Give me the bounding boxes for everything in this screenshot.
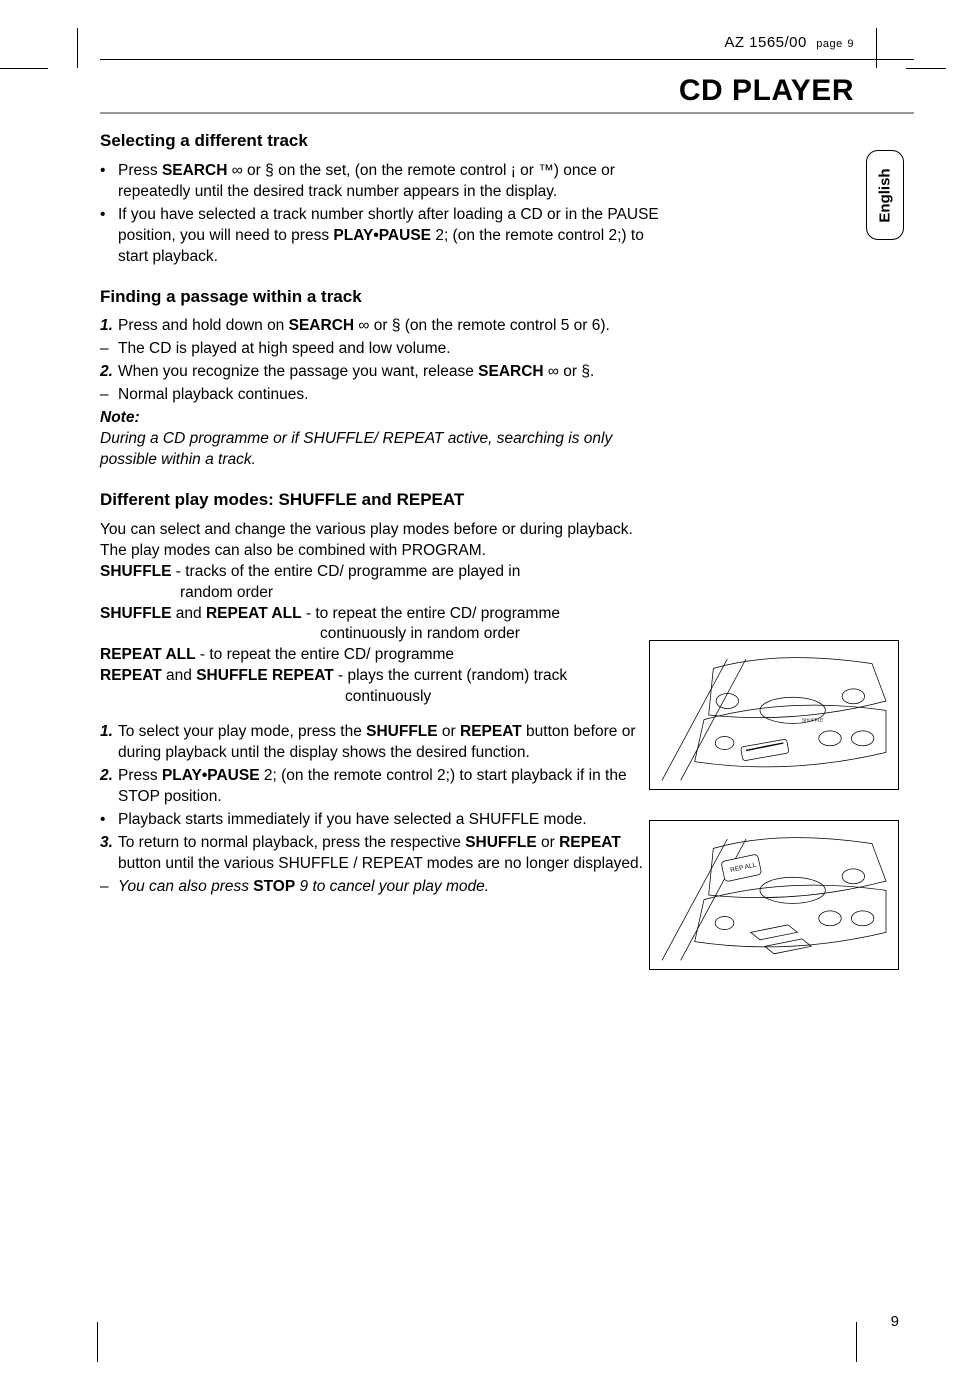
heading-selecting-track: Selecting a different track xyxy=(100,130,660,153)
list-text: Playback starts immediately if you have … xyxy=(118,810,660,831)
list-item: • Playback starts immediately if you hav… xyxy=(100,810,660,831)
language-label: English xyxy=(877,168,894,222)
mode-line: REPEAT and SHUFFLE REPEAT - plays the cu… xyxy=(100,666,660,708)
list-text: Press and hold down on SEARCH ∞ or § (on… xyxy=(118,316,660,337)
dash-icon: – xyxy=(100,385,118,406)
list-item: 1. Press and hold down on SEARCH ∞ or § … xyxy=(100,316,660,337)
illustration-repeat: REP ALL xyxy=(649,820,899,970)
note-label: Note: xyxy=(100,408,660,429)
step-number: 3. xyxy=(100,833,118,875)
bullet-icon: • xyxy=(100,810,118,831)
list-item: • If you have selected a track number sh… xyxy=(100,205,660,268)
heading-play-modes: Different play modes: SHUFFLE and REPEAT xyxy=(100,489,660,512)
list-text: To return to normal playback, press the … xyxy=(118,833,660,875)
crop-mark xyxy=(48,1322,98,1362)
step-number: 1. xyxy=(100,316,118,337)
mode-line: REPEAT ALL - to repeat the entire CD/ pr… xyxy=(100,645,660,666)
illustration-shuffle: SHUFFLE xyxy=(649,640,899,790)
list-item: • Press SEARCH ∞ or § on the set, (on th… xyxy=(100,161,660,203)
list-text: To select your play mode, press the SHUF… xyxy=(118,722,660,764)
dash-icon: – xyxy=(100,339,118,360)
list-text: You can also press STOP 9 to cancel your… xyxy=(118,877,660,898)
step-number: 2. xyxy=(100,766,118,808)
list-item: 3. To return to normal playback, press t… xyxy=(100,833,660,875)
note-text: During a CD programme or if SHUFFLE/ REP… xyxy=(100,429,660,471)
heading-finding-passage: Finding a passage within a track xyxy=(100,286,660,309)
dash-icon: – xyxy=(100,877,118,898)
language-tab: English xyxy=(866,150,904,240)
list-item: 1. To select your play mode, press the S… xyxy=(100,722,660,764)
list-text: When you recognize the passage you want,… xyxy=(118,362,660,383)
page-number: 9 xyxy=(891,1313,899,1330)
list-text: If you have selected a track number shor… xyxy=(118,205,660,268)
svg-text:SHUFFLE: SHUFFLE xyxy=(802,718,823,723)
header-bar: AZ 1565/00 page 9 xyxy=(100,30,914,60)
list-item: – The CD is played at high speed and low… xyxy=(100,339,660,360)
section-title-row: CD PLAYER xyxy=(100,66,914,114)
note-block: Note: During a CD programme or if SHUFFL… xyxy=(100,408,660,471)
crop-mark xyxy=(28,28,78,68)
page-label-small: page xyxy=(816,38,842,50)
list-text: Press SEARCH ∞ or § on the set, (on the … xyxy=(118,161,660,203)
model-number: AZ 1565/00 xyxy=(724,34,807,51)
section-title: CD PLAYER xyxy=(679,74,854,108)
list-item: 2. When you recognize the passage you wa… xyxy=(100,362,660,383)
list-text: The CD is played at high speed and low v… xyxy=(118,339,660,360)
list-item: – Normal playback continues. xyxy=(100,385,660,406)
paragraph: You can select and change the various pl… xyxy=(100,520,660,562)
step-number: 2. xyxy=(100,362,118,383)
body-content: Selecting a different track • Press SEAR… xyxy=(100,130,660,898)
step-number: 1. xyxy=(100,722,118,764)
list-item: 2. Press PLAY•PAUSE 2; (on the remote co… xyxy=(100,766,660,808)
mode-line: SHUFFLE and REPEAT ALL - to repeat the e… xyxy=(100,604,660,646)
bullet-icon: • xyxy=(100,205,118,268)
list-text: Normal playback continues. xyxy=(118,385,660,406)
model-label: AZ 1565/00 page 9 xyxy=(724,34,854,51)
bullet-icon: • xyxy=(100,161,118,203)
mode-line: SHUFFLE - tracks of the entire CD/ progr… xyxy=(100,562,660,604)
page-num-top: 9 xyxy=(847,38,854,50)
list-item: – You can also press STOP 9 to cancel yo… xyxy=(100,877,660,898)
list-text: Press PLAY•PAUSE 2; (on the remote contr… xyxy=(118,766,660,808)
